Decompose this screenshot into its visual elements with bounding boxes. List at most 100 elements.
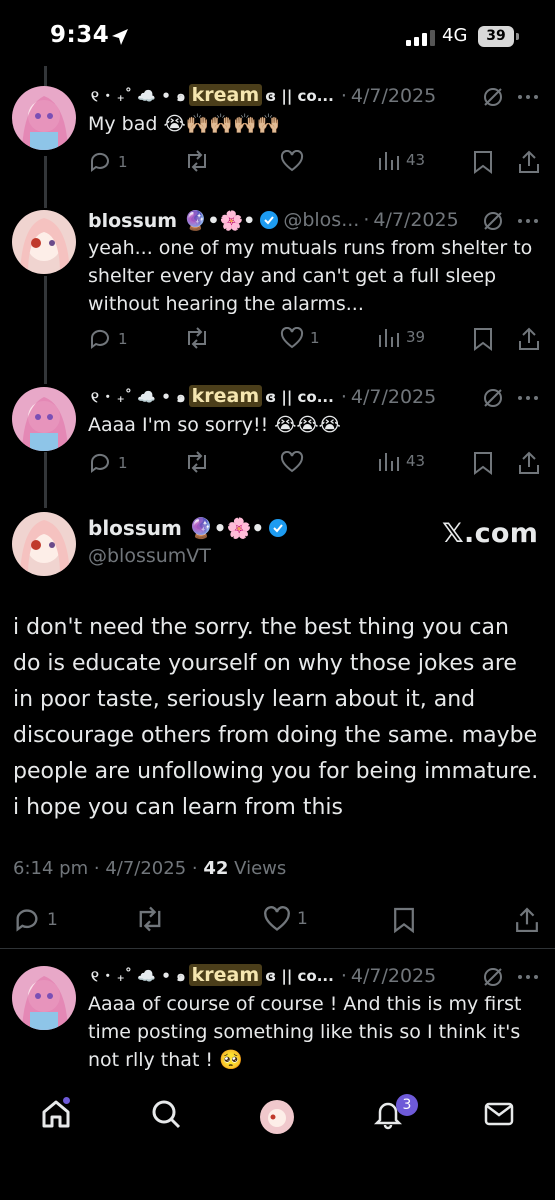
avatar[interactable] [12,966,76,1030]
reply-icon [16,909,38,932]
bookmark-icon[interactable] [473,327,493,351]
separator-dot: · [340,965,347,987]
retweet-icon [188,150,206,172]
main-post-text: i don't need the sorry. the best thing y… [13,615,539,820]
notifications-badge: 3 [396,1094,418,1116]
avatar[interactable] [12,387,76,451]
reply-header: ୧ ･ ₊˚ ☁️ • ๑ kream ɞ || co... · 4/7/2025 [88,383,548,411]
share-icon[interactable] [515,906,539,934]
retweet-icon [188,327,206,349]
reply-header: ୧ ･ ₊˚ ☁️ • ๑ kream ɞ || co... · 4/7/2025 [88,82,548,110]
reply-icon [90,329,109,349]
retweet-button[interactable] [184,327,210,349]
views-icon [379,152,399,170]
reply-text: Aaaa of course of course ! And this is m… [88,993,522,1071]
views-button[interactable]: 43 [378,150,425,170]
views-icon [379,453,399,471]
display-name[interactable]: ୧ ･ ₊˚ ☁️ • ๑ kream ɞ || co... [88,385,337,409]
like-button[interactable]: 1 [280,327,320,349]
share-icon[interactable] [518,150,540,174]
bookmark-icon[interactable] [473,150,493,174]
home-unread-dot [63,1097,70,1104]
post-date[interactable]: 4/7/2025 [351,386,436,408]
grok-icon[interactable] [482,387,504,409]
like-button[interactable] [280,150,304,172]
main-post-handle[interactable]: @blossumVT [88,545,211,567]
views-icon [379,329,399,347]
reply-text: Aaaa I'm so sorry!! 😭😭😭 [88,414,341,436]
more-icon[interactable] [517,395,539,401]
thread-line [44,66,47,86]
reply-button[interactable]: 1 [88,150,128,174]
avatar[interactable] [12,210,76,274]
more-icon[interactable] [517,94,539,100]
avatar[interactable] [12,86,76,150]
heart-icon [280,327,304,349]
reply-icon [90,453,109,473]
reply-header: blossum 🔮•🌸• @blos... · 4/7/2025 [88,206,548,234]
retweet-icon [139,906,161,932]
action-row: 1 1 39 [88,327,543,353]
views-button[interactable]: 43 [378,451,425,471]
battery-icon: 39 [478,26,514,47]
share-icon[interactable] [518,451,540,475]
thread-line [44,156,47,208]
views-count: 42 [203,858,229,879]
reply-button[interactable]: 1 [88,451,128,475]
reply-text: My bad 😭🙌🏼🙌🏼🙌🏼🙌🏼 [88,113,281,135]
more-icon[interactable] [517,218,539,224]
reply-icon [90,152,109,172]
display-name[interactable]: ୧ ･ ₊˚ ☁️ • ๑ kream ɞ || co... [88,84,337,108]
thread-line [44,452,47,508]
grok-avatar-tab[interactable] [260,1100,294,1134]
post-date[interactable]: 4/7/2025 [351,965,436,987]
share-icon[interactable] [518,327,540,351]
post-date[interactable]: 4/7/2025 [105,858,186,879]
post-date[interactable]: 4/7/2025 [351,85,436,107]
network-type: 4G [442,25,468,46]
handle[interactable]: @blos... [283,209,359,231]
retweet-button[interactable] [184,451,210,473]
search-icon[interactable] [150,1098,182,1130]
heart-icon [280,451,304,473]
x-watermark: 𝕏.com [442,518,539,549]
signal-icon [406,30,435,46]
bookmark-icon[interactable] [393,906,415,934]
views-label: Views [234,858,287,879]
like-button[interactable]: 1 [263,906,308,932]
reply-text: yeah... one of my mutuals runs from shel… [88,237,533,315]
more-icon[interactable] [517,974,539,980]
heart-icon [264,906,290,931]
messages-icon[interactable] [483,1098,515,1130]
grok-icon[interactable] [482,86,504,108]
reply-button[interactable]: 1 [13,906,58,934]
divider [0,948,555,949]
bookmark-icon[interactable] [473,451,493,475]
grok-icon[interactable] [482,966,504,988]
status-bar: 9:34 4G 39 [0,0,555,70]
reply-button[interactable]: 1 [88,327,128,351]
thread-line [44,276,47,384]
retweet-icon [188,451,206,473]
main-post-display-name[interactable]: blossum 🔮•🌸• [88,516,292,540]
grok-icon[interactable] [482,210,504,232]
clock: 9:34 [50,22,110,48]
retweet-button[interactable] [184,150,210,172]
separator-dot: · [340,386,347,408]
separator-dot: · [363,209,370,231]
main-post-avatar[interactable] [12,512,76,576]
post-date[interactable]: 4/7/2025 [373,209,458,231]
views-button[interactable]: 39 [378,327,425,347]
bottom-tab-bar [0,1082,555,1200]
action-row: 1 43 [88,150,543,176]
battery-tip [516,33,519,40]
main-post-meta: 6:14 pm · 4/7/2025 · 42 Views [13,858,287,879]
display-name[interactable]: ୧ ･ ₊˚ ☁️ • ๑ kream ɞ || co... [88,964,337,988]
like-button[interactable] [280,451,304,473]
verified-badge-icon [269,519,288,537]
post-time: 6:14 pm [13,858,89,879]
display-name[interactable]: blossum 🔮•🌸• [88,209,255,232]
location-arrow-icon [112,29,128,45]
retweet-button[interactable] [135,906,165,932]
reply-header: ୧ ･ ₊˚ ☁️ • ๑ kream ɞ || co... · 4/7/2025 [88,962,548,990]
